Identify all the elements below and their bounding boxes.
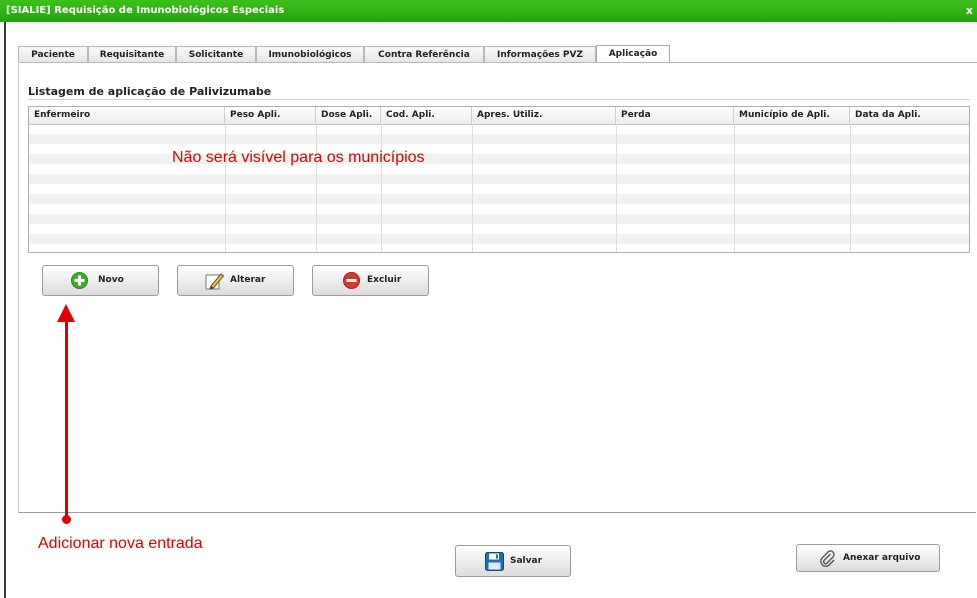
minus-circle-icon [343, 272, 360, 292]
table-row [29, 144, 969, 154]
new-entry-annotation: Adicionar nova entrada [38, 535, 203, 552]
column-divider [316, 124, 317, 252]
column-divider [616, 124, 617, 252]
column-header-cod[interactable]: Cod. Apli. [381, 107, 472, 124]
annotation-arrow [65, 314, 68, 519]
column-header-peso[interactable]: Peso Apli. [225, 107, 316, 124]
table-row [29, 224, 969, 234]
table-row [29, 194, 969, 204]
window-title: [SIALIE] Requisição de Imunobiológicos E… [6, 5, 285, 16]
column-divider [472, 124, 473, 252]
table-row [29, 134, 969, 144]
column-header-dose[interactable]: Dose Apli. [316, 107, 381, 124]
column-divider [225, 124, 226, 252]
column-divider [850, 124, 851, 252]
salvar-button[interactable]: Salvar [455, 545, 571, 577]
table-header: Enfermeiro Peso Apli. Dose Apli. Cod. Ap… [29, 107, 969, 125]
tab-bar: Paciente Requisitante Solicitante Imunob… [18, 45, 670, 63]
tab-informacoes-pvz[interactable]: Informações PVZ [484, 46, 596, 62]
section-title: Listagem de aplicação de Palivizumabe [28, 85, 272, 98]
column-header-data[interactable]: Data da Apli. [850, 107, 969, 124]
table-row [29, 124, 969, 134]
alterar-button[interactable]: Alterar [177, 265, 294, 296]
table-row [29, 164, 969, 174]
tab-requisitante[interactable]: Requisitante [88, 46, 176, 62]
excluir-button[interactable]: Excluir [312, 265, 429, 296]
tab-solicitante[interactable]: Solicitante [176, 46, 256, 62]
floppy-disk-icon [485, 552, 504, 574]
table-row [29, 214, 969, 224]
column-header-enfermeiro[interactable]: Enfermeiro [29, 107, 225, 124]
table-row [29, 204, 969, 214]
alterar-label: Alterar [230, 275, 266, 285]
column-header-apres[interactable]: Apres. Utiliz. [472, 107, 616, 124]
table-row [29, 184, 969, 194]
section-divider [28, 99, 970, 100]
novo-button[interactable]: Novo [42, 265, 159, 296]
table-row [29, 154, 969, 164]
table-row [29, 234, 969, 244]
table-visibility-note: Não será visível para os municípios [172, 149, 425, 166]
close-icon[interactable]: x [966, 0, 973, 22]
annotation-arrow-dot [62, 515, 71, 524]
paperclip-icon [819, 550, 836, 570]
anexar-arquivo-label: Anexar arquivo [843, 553, 921, 563]
window-titlebar: [SIALIE] Requisição de Imunobiológicos E… [0, 0, 977, 22]
plus-circle-icon [71, 272, 88, 292]
tab-contra-referencia[interactable]: Contra Referência [364, 46, 484, 62]
tab-imunobiologicos[interactable]: Imunobiológicos [256, 46, 364, 62]
column-divider [734, 124, 735, 252]
salvar-label: Salvar [510, 556, 543, 566]
tab-paciente[interactable]: Paciente [18, 46, 88, 62]
column-header-municipio[interactable]: Município de Apli. [734, 107, 850, 124]
pencil-edit-icon [205, 271, 225, 294]
table-row [29, 244, 969, 252]
table-row [29, 174, 969, 184]
window-left-border [4, 22, 6, 598]
tab-aplicacao[interactable]: Aplicação [596, 45, 670, 63]
novo-label: Novo [98, 275, 124, 285]
excluir-label: Excluir [367, 275, 402, 285]
anexar-arquivo-button[interactable]: Anexar arquivo [796, 544, 940, 572]
column-header-perda[interactable]: Perda [616, 107, 734, 124]
aplicacao-table[interactable]: Enfermeiro Peso Apli. Dose Apli. Cod. Ap… [28, 106, 970, 253]
column-divider [381, 124, 382, 252]
